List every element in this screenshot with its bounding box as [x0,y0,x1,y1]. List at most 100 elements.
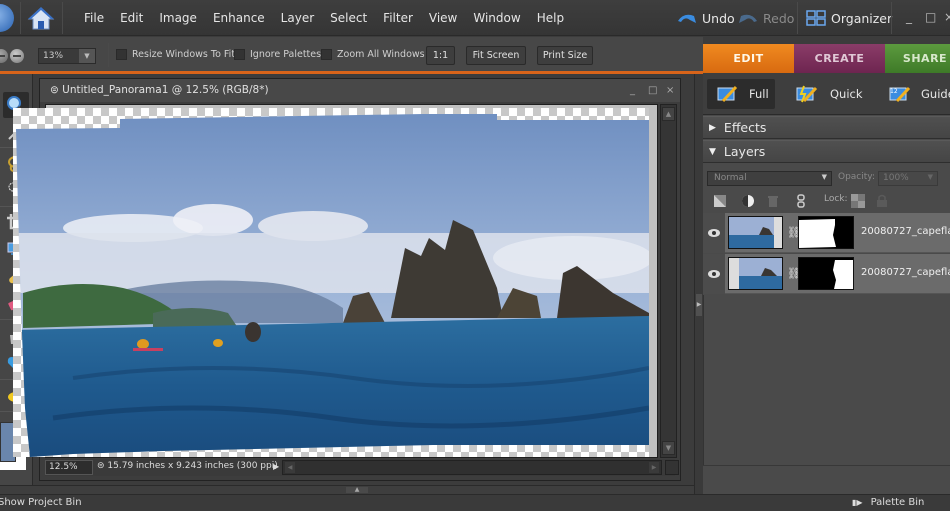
chevron-right-icon[interactable]: ▶ [696,294,702,316]
full-edit-icon [717,85,738,103]
undo-icon [678,14,696,23]
maximize-button[interactable]: □ [925,10,936,24]
tab-edit[interactable]: EDIT [703,44,794,73]
tab-share[interactable]: SHARE [885,44,950,73]
app-logo-icon[interactable] [0,4,14,32]
layer-row[interactable]: ⛓ 20080727_capeflat... [703,254,950,294]
blend-mode-value: Normal [714,173,747,183]
link-layers-button[interactable] [794,193,808,208]
delete-layer-button[interactable] [766,193,780,207]
zoom-field[interactable]: 12.5% [45,460,93,475]
chevron-down-icon: ▼ [79,49,95,63]
chevron-down-icon: ▼ [927,173,933,181]
palette-footer-divider [703,465,950,466]
chevron-up-icon[interactable]: ▲ [346,487,368,493]
project-bin-splitter[interactable]: ▲ [0,485,703,494]
mode-accent-line [0,71,703,74]
edit-mode-guided-label: Guided [921,87,950,101]
layer-name: 20080727_capeflat... [861,267,950,278]
undo-button[interactable]: Undo [676,0,735,36]
resize-windows-checkbox[interactable]: Resize Windows To Fit [116,49,235,60]
zoom-level-select[interactable]: 13% ▼ [38,48,96,64]
checkbox-box[interactable] [116,49,127,60]
divider [20,2,21,34]
checkbox-box[interactable] [234,49,245,60]
new-layer-button[interactable] [713,193,727,207]
zoom-out-button[interactable] [10,49,24,63]
menu-image[interactable]: Image [151,11,205,25]
blend-mode-select[interactable]: Normal ▼ [707,171,832,186]
lock-all-button[interactable] [875,193,889,207]
zoom-level-value: 13% [43,51,64,61]
layer-name: 20080727_capeflat... [861,226,950,237]
opacity-field[interactable]: 100% ▼ [878,171,938,186]
palette-bin-gutter[interactable]: ▶ [694,74,703,494]
eye-icon [708,229,720,237]
doc-maximize-button[interactable]: □ [648,85,657,96]
layer-visibility-toggle[interactable] [703,254,725,294]
document-title: Untitled_Panorama1 @ 12.5% (RGB/8*) [62,84,269,96]
menu-help[interactable]: Help [529,11,572,25]
document-info[interactable]: ⊜ 15.79 inches x 9.243 inches (300 ppi) [97,461,278,471]
effects-panel-title: Effects [723,120,767,135]
document-titlebar[interactable]: ⊜ Untitled_Panorama1 @ 12.5% (RGB/8*) [40,79,680,102]
menu-filter[interactable]: Filter [375,11,421,25]
menu-enhance[interactable]: Enhance [205,11,273,25]
zoom-in-button[interactable] [0,49,8,63]
main-menu: File Edit Image Enhance Layer Select Fil… [76,0,572,36]
status-menu-arrow[interactable]: ▶ [273,462,279,471]
vertical-scrollbar[interactable]: ▲ ▼ [660,104,677,458]
close-button[interactable]: × [944,10,950,24]
effects-panel-header[interactable]: ▶ Effects [703,116,950,139]
minimize-button[interactable]: _ [906,10,912,24]
layer-thumbnail-image [729,258,782,289]
menu-layer[interactable]: Layer [273,11,322,25]
layer-visibility-toggle[interactable] [703,213,725,253]
zoom-all-windows-checkbox[interactable]: Zoom All Windows [321,49,425,60]
organizer-button[interactable]: Organizer [806,0,892,36]
scroll-left-arrow[interactable]: ◀ [285,462,295,473]
palette-bin: Full Quick 12 Guided ▶ Effects ▼ Layers … [703,73,950,494]
scroll-down-arrow[interactable]: ▼ [662,441,675,455]
show-project-bin-button[interactable]: Show Project Bin [0,497,82,508]
layer-mask-thumbnail[interactable] [798,257,854,290]
checkbox-box[interactable] [321,49,332,60]
divider [891,2,892,34]
lock-transparency-button[interactable] [851,193,865,208]
doc-close-button[interactable]: × [666,85,674,96]
adjustment-layer-icon [742,195,754,207]
ignore-palettes-checkbox[interactable]: Ignore Palettes [234,49,321,60]
scroll-up-arrow[interactable]: ▲ [662,107,675,121]
menu-window[interactable]: Window [465,11,528,25]
layer-mask-thumbnail[interactable] [798,216,854,249]
image-canvas[interactable] [13,108,649,457]
new-layer-icon [714,195,726,207]
menu-select[interactable]: Select [322,11,375,25]
horizontal-scrollbar[interactable]: ◀ ▶ [282,460,662,475]
fit-screen-button[interactable]: Fit Screen [466,46,526,65]
link-icon [797,194,805,208]
print-size-button[interactable]: Print Size [537,46,593,65]
layer-thumbnail [728,257,783,290]
edit-mode-selector: Full Quick 12 Guided [703,73,950,115]
palette-bin-button[interactable]: ▮▶ Palette Bin [852,497,924,508]
edit-mode-guided[interactable]: 12 Guided [889,79,950,109]
menu-view[interactable]: View [421,11,465,25]
ignore-palettes-label: Ignore Palettes [250,49,322,60]
doc-minimize-button[interactable]: _ [630,85,635,96]
edit-mode-full[interactable]: Full [707,79,775,109]
panorama-image [16,114,649,457]
tab-create[interactable]: CREATE [794,44,885,73]
layers-panel-title: Layers [723,144,766,159]
layers-panel-header[interactable]: ▼ Layers [703,140,950,163]
menu-edit[interactable]: Edit [112,11,151,25]
redo-button[interactable]: Redo [737,0,794,36]
adjustment-layer-button[interactable] [741,193,755,207]
edit-mode-quick[interactable]: Quick [796,79,863,109]
resize-grip-icon[interactable] [665,460,679,475]
home-button[interactable] [26,4,56,32]
scroll-right-arrow[interactable]: ▶ [649,462,659,473]
layer-row[interactable]: ⛓ 20080727_capeflat... [703,213,950,253]
actual-pixels-button[interactable]: 1:1 [426,46,455,65]
menu-file[interactable]: File [76,11,112,25]
